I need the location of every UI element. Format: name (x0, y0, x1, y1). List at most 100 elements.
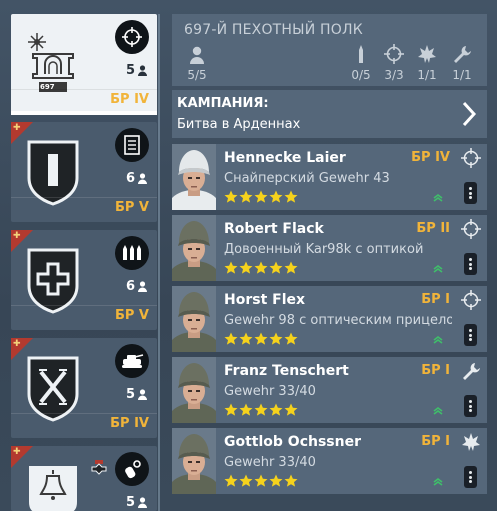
star-icon (239, 190, 253, 203)
squad-card-1[interactable]: 697 5 БР IV (11, 14, 157, 115)
stat-explosives-value: 1/1 (417, 68, 437, 82)
soldier-menu-button[interactable] (464, 466, 477, 488)
soldier-menu-button[interactable] (464, 182, 477, 204)
soldier-weapon: Gewehr 33/40 (224, 455, 316, 470)
star-icon (224, 403, 238, 416)
flag-mark-icon: ✚ (13, 123, 21, 133)
role-icon (461, 148, 481, 172)
squad-count-value: 5 (125, 495, 135, 510)
squad-battle-rating: БР V (114, 200, 149, 215)
soldier-actions (455, 357, 487, 423)
soldier-menu-button[interactable] (464, 395, 477, 417)
campaign-name: Битва в Арденнах (177, 117, 301, 132)
squad-battle-rating: БР IV (110, 92, 149, 107)
soldier-actions (455, 215, 487, 281)
stat-engineers-value: 1/1 (452, 68, 472, 82)
rank-chevron-icon (433, 336, 443, 344)
campaign-selector[interactable]: КАМПАНИЯ: Битва в Арденнах (172, 90, 487, 138)
squad-soldier-count: 5 (126, 63, 147, 78)
flag-mark-icon: ✚ (13, 339, 21, 349)
soldier-row[interactable]: Franz Tenschert БР I Gewehr 33/40 (172, 357, 487, 423)
stat-soldiers-value: 5/5 (187, 68, 207, 82)
squad-card-4[interactable]: ✚ 5 БР IV (11, 338, 157, 438)
star-icon (269, 261, 283, 274)
grenade-icon (125, 460, 141, 479)
soldier-row[interactable]: Gottlob Ochssner БР I Gewehr 33/40 (172, 428, 487, 494)
star-icon (284, 190, 298, 203)
rank-chevron-icon (433, 265, 443, 273)
star-icon (224, 474, 238, 487)
star-icon (254, 261, 268, 274)
soldier-stars (224, 403, 298, 417)
soldier-portrait (172, 428, 216, 494)
crosshair-icon (461, 290, 481, 310)
stat-explosives: 1/1 (412, 42, 442, 84)
squad-header: 697-Й ПЕХОТНЫЙ ПОЛК 5/5 0/5 3/3 1/1 1/1 (172, 14, 487, 86)
soldier-weapon: Gewehr 33/40 (224, 384, 316, 399)
soldier-row[interactable]: Robert Flack БР II Довоенный Kar98k с опти… (172, 215, 487, 281)
card-divider (11, 305, 157, 306)
squad-type-badge (115, 236, 149, 270)
star-icon (254, 474, 268, 487)
star-icon (269, 190, 283, 203)
squad-type-badge (115, 344, 149, 378)
soldier-row[interactable]: Hennecke Laier БР IV Снайперский Gewehr 43 (172, 144, 487, 210)
squad-count-value: 6 (125, 279, 135, 294)
chevron-right-icon[interactable] (461, 101, 477, 127)
crosshair-icon (461, 219, 481, 239)
soldier-battle-rating: БР IV (411, 150, 450, 165)
soldier-stars (224, 332, 298, 346)
squad-type-badge (115, 128, 149, 162)
card-divider (11, 413, 157, 414)
soldier-portrait (172, 215, 216, 281)
squad-soldier-count: 5 (126, 495, 147, 510)
soldier-stars (224, 261, 298, 275)
squad-emblem-cross-icon (27, 248, 79, 314)
soldier-name: Gottlob Ochssner (224, 434, 362, 450)
soldier-battle-rating: БР I (421, 434, 450, 449)
soldier-menu-button[interactable] (464, 324, 477, 346)
column-separator (158, 14, 160, 511)
rank-chevron-icon (433, 478, 443, 486)
soldier-menu-button[interactable] (464, 253, 477, 275)
tank-icon (122, 354, 144, 368)
star-icon (254, 190, 268, 203)
bullet-icon (359, 45, 363, 63)
squad-emblem-bell-icon (29, 466, 77, 511)
soldier-portrait (172, 286, 216, 352)
soldier-name: Horst Flex (224, 292, 306, 308)
soldier-stars (224, 474, 298, 488)
ammo-icon (123, 245, 141, 260)
crosshair-icon (122, 27, 142, 47)
soldier-portrait (172, 144, 216, 210)
crosshair-icon (384, 44, 404, 64)
star-icon (284, 261, 298, 274)
squad-card-3[interactable]: ✚ 6 БР V (11, 230, 157, 330)
soldier-name: Hennecke Laier (224, 150, 346, 166)
soldier-weapon: Снайперский Gewehr 43 (224, 171, 390, 186)
squad-count-value: 6 (125, 171, 135, 186)
explosion-icon (462, 433, 480, 451)
star-icon (239, 474, 253, 487)
soldier-stars (224, 190, 298, 204)
squad-type-badge (115, 452, 149, 486)
soldier-actions (455, 144, 487, 210)
star-icon (284, 332, 298, 345)
squad-type-badge (115, 20, 149, 54)
squad-battle-rating: БР IV (110, 416, 149, 431)
soldier-battle-rating: БР I (421, 292, 450, 307)
role-icon (461, 219, 481, 243)
soldier-weapon: Довоенный Kar98k с оптикой (224, 242, 424, 257)
star-icon (269, 403, 283, 416)
stat-ammo-value: 0/5 (351, 68, 371, 82)
rank-chevron-icon (433, 407, 443, 415)
squad-card-5[interactable]: ✚ 5 (11, 446, 157, 511)
squad-title: 697-Й ПЕХОТНЫЙ ПОЛК (184, 22, 363, 38)
squad-count-value: 5 (125, 63, 135, 78)
role-icon (461, 290, 481, 314)
soldier-row[interactable]: Horst Flex БР I Gewehr 98 с оптическим при… (172, 286, 487, 352)
star-icon (239, 261, 253, 274)
person-icon (138, 389, 147, 400)
squad-card-2[interactable]: ✚ 6 БР V (11, 122, 157, 222)
person-icon (138, 497, 147, 508)
